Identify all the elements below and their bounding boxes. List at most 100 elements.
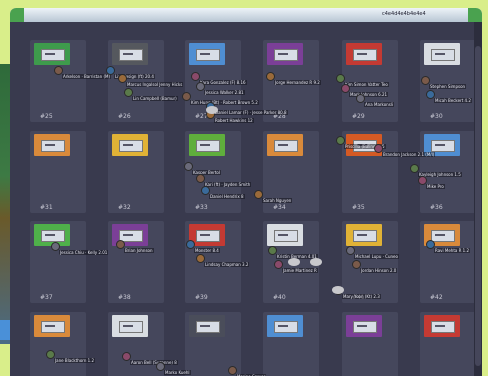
player-name-label: Daniel Lamar (F) · Jesse Parker 80.8	[214, 110, 288, 115]
booth-screen-icon	[353, 49, 377, 61]
booth-cell[interactable]: #37	[30, 221, 86, 303]
player-name-label: Robert Hawkins 12	[214, 118, 254, 123]
booth-grid: #25 #26 #27 #28 #29 #30 #31 #32 #33 #34 #35 #36 #37 #…	[10, 22, 476, 376]
player-name-label: Daniel Hendrix 8	[209, 194, 245, 199]
player-name-label: Lin Campbell (Bamur)	[132, 96, 178, 101]
booth-banner[interactable]	[189, 43, 225, 65]
booth-banner[interactable]	[267, 315, 303, 337]
booth-banner[interactable]	[267, 224, 303, 246]
booth-cell[interactable]: #31	[30, 131, 86, 213]
booth-screen-icon	[41, 230, 65, 242]
booth-cell[interactable]: #41	[342, 221, 398, 303]
booth-cell[interactable]: #38	[108, 221, 164, 303]
booth-cell[interactable]: #48	[420, 312, 476, 376]
player-name-label: Jordan Hinson 2.0	[360, 268, 398, 273]
booth-number: #35	[352, 204, 365, 211]
booth-screen-icon	[431, 140, 455, 152]
booth-cell[interactable]: #46	[263, 312, 319, 376]
window-titlebar[interactable]: c4e4d4e4b4e4e4	[10, 8, 482, 22]
booth-number: #38	[118, 294, 131, 301]
booth-screen-icon	[431, 321, 455, 333]
booth-number: #34	[273, 204, 286, 211]
booth-banner[interactable]	[112, 134, 148, 156]
player-name-label: Kim Hung (Bt) · Robert Brown 5.2	[190, 100, 259, 105]
player-name-label: Mike Pro	[426, 184, 445, 189]
booth-cell[interactable]: #29	[342, 40, 398, 122]
booth-screen-icon	[41, 49, 65, 61]
player-name-label: Ravi Mehta R 1.2	[434, 248, 471, 253]
titlebar-right-corner	[468, 8, 482, 22]
booth-banner[interactable]	[112, 315, 148, 337]
booth-banner[interactable]	[189, 134, 225, 156]
booth-screen-icon	[196, 230, 220, 242]
booth-screen-icon	[119, 140, 143, 152]
booth-cell[interactable]: #47	[342, 312, 398, 376]
booth-screen-icon	[41, 140, 65, 152]
booth-screen-icon	[431, 230, 455, 242]
booth-screen-icon	[41, 321, 65, 333]
booth-number: #32	[118, 204, 131, 211]
booth-screen-icon	[119, 321, 143, 333]
player-name-label: Arkelson · Barristan (M)	[62, 74, 112, 79]
player-name-label: Jamie Martinez R	[282, 268, 318, 273]
player-name-label: Jorge Hernandez R 9.2	[274, 80, 321, 85]
booth-banner[interactable]	[267, 43, 303, 65]
background-map-water	[0, 320, 10, 340]
player-name-label: Mary Yoon (Kt) 2.3	[342, 294, 381, 299]
player-name-label: Monster 8.4	[194, 248, 220, 253]
booth-screen-icon	[274, 230, 298, 242]
player-name-label: Brandon Jackson 2.1 (M/l)	[382, 152, 436, 157]
speech-bubble-icon	[288, 258, 300, 266]
booth-screen-icon	[119, 49, 143, 61]
booth-screen-icon	[196, 140, 220, 152]
scrollbar-thumb[interactable]	[475, 46, 481, 366]
speech-bubble-icon	[310, 258, 322, 266]
booth-banner[interactable]	[189, 315, 225, 337]
current-user-label: c4e4d4e4b4e4e4	[382, 11, 426, 17]
player-name-label: Mark Johnson 6.21	[349, 92, 389, 97]
booth-number: #31	[40, 204, 53, 211]
speech-bubble-icon	[332, 286, 344, 294]
booth-screen-icon	[274, 49, 298, 61]
booth-screen-icon	[196, 321, 220, 333]
player-name-label: Micah Beckert 4.2	[434, 98, 472, 103]
booth-banner[interactable]	[424, 315, 460, 337]
player-name-label: Kara Gonzalez (F) 8.16	[199, 80, 247, 85]
booth-number: #33	[195, 204, 208, 211]
player-name-label: Kasper Bertol	[192, 170, 221, 175]
booth-number: #39	[195, 294, 208, 301]
booth-banner[interactable]	[267, 134, 303, 156]
vertical-scrollbar[interactable]	[474, 22, 482, 376]
booth-cell[interactable]: #25	[30, 40, 86, 122]
player-name-label: Lindsay Chapman 3.2	[204, 262, 250, 267]
booth-banner[interactable]	[346, 224, 382, 246]
player-name-label: Marcus Ingalsol Jenny Hicks	[126, 82, 184, 87]
booth-cell[interactable]: #43	[30, 312, 86, 376]
booth-banner[interactable]	[112, 43, 148, 65]
booth-screen-icon	[274, 140, 298, 152]
booth-number: #26	[118, 113, 131, 120]
player-name-label: Marko Kuehl	[164, 370, 191, 375]
player-name-label: Michael Lupu · Cuneo	[354, 254, 399, 259]
booth-cell[interactable]: #42	[420, 221, 476, 303]
booth-banner[interactable]	[346, 43, 382, 65]
booth-cell[interactable]: #26	[108, 40, 164, 122]
booth-number: #36	[430, 204, 443, 211]
player-name-label: Ana Markonsli	[364, 102, 395, 107]
booth-number: #29	[352, 113, 365, 120]
booth-banner[interactable]	[34, 315, 70, 337]
player-name-label: Kim Simon Vatter Teo	[344, 82, 389, 87]
booth-cell[interactable]: #32	[108, 131, 164, 213]
booth-screen-icon	[196, 49, 220, 61]
booth-banner[interactable]	[346, 315, 382, 337]
booth-number: #37	[40, 294, 53, 301]
booth-screen-icon	[353, 230, 377, 242]
booth-banner[interactable]	[34, 134, 70, 156]
booth-number: #30	[430, 113, 443, 120]
booth-screen-icon	[431, 49, 455, 61]
speech-bubble-icon	[206, 106, 218, 114]
booth-banner[interactable]	[424, 43, 460, 65]
player-name-label: Stephen Simpson	[429, 84, 467, 89]
booth-banner[interactable]	[34, 43, 70, 65]
booth-number: #40	[273, 294, 286, 301]
